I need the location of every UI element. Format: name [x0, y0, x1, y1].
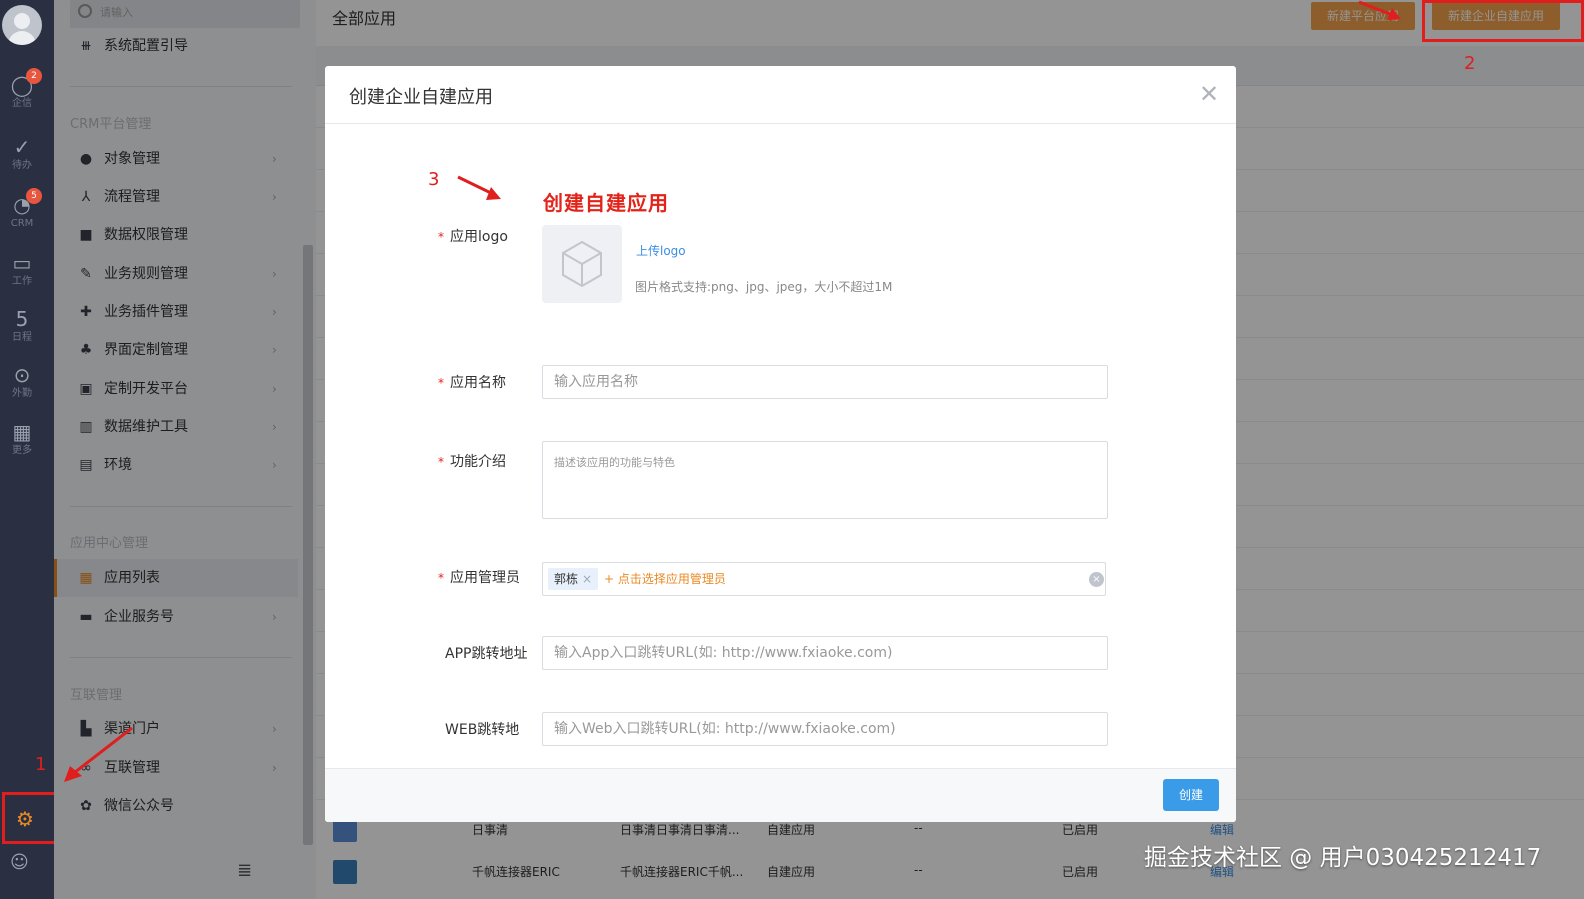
- app-name-label: * 应用名称: [438, 375, 506, 391]
- location-icon: ⊙: [13, 363, 31, 387]
- user-avatar[interactable]: [2, 5, 42, 45]
- description-textarea[interactable]: 描述该应用的功能与特色: [542, 441, 1108, 519]
- annotation-box-new-button: [1422, 0, 1584, 42]
- dialog-title: 创建企业自建应用: [349, 87, 493, 108]
- web-url-input[interactable]: 输入Web入口跳转URL(如: http://www.fxiaoke.com): [542, 712, 1108, 746]
- logo-label: * 应用logo: [438, 229, 508, 245]
- app-url-input[interactable]: 输入App入口跳转URL(如: http://www.fxiaoke.com): [542, 636, 1108, 670]
- grid-icon: ▦: [12, 420, 32, 444]
- app-name-input[interactable]: 输入应用名称: [542, 365, 1108, 399]
- rail-item-label: 日程: [12, 332, 32, 343]
- dialog-footer: 创建: [325, 768, 1236, 822]
- dialog-header: 创建企业自建应用 ✕: [325, 66, 1236, 124]
- calendar-icon: 5: [15, 307, 29, 331]
- app-url-label: APP跳转地址: [445, 646, 528, 662]
- annotation-arrow-3: [457, 175, 501, 200]
- select-admin-link[interactable]: + 点击选择应用管理员: [604, 563, 726, 595]
- rail-item-label: 外勤: [12, 388, 32, 399]
- annotation-number-3: 3: [428, 169, 440, 190]
- create-app-dialog: 创建企业自建应用 ✕ 3 创建自建应用 * 应用logo 上传logo 图片格式支…: [325, 66, 1236, 822]
- settings-button[interactable]: ⚙: [2, 792, 62, 844]
- form-heading: 创建自建应用: [543, 191, 669, 215]
- rail-item-label: 企信: [12, 98, 32, 109]
- logo-upload-box[interactable]: [542, 225, 622, 303]
- watermark: 掘金技术社区 @ 用户030425212417: [1144, 845, 1542, 871]
- rail-item-label: 待办: [12, 160, 32, 171]
- rail-item-5[interactable]: ⊙ 外勤: [0, 362, 44, 400]
- rail-item-6[interactable]: ▦ 更多: [0, 419, 44, 457]
- rail-item-0[interactable]: ◯ 企信 2: [0, 68, 44, 110]
- rail-item-3[interactable]: ▭ 工作: [0, 250, 44, 288]
- admin-label: * 应用管理员: [438, 570, 520, 586]
- rail-item-label: 工作: [12, 276, 32, 287]
- briefcase-icon: ▭: [12, 251, 32, 275]
- description-label: * 功能介绍: [438, 454, 506, 470]
- upload-logo-link[interactable]: 上传logo: [636, 242, 686, 259]
- gear-icon: ⚙: [16, 807, 34, 831]
- upload-hint: 图片格式支持:png、jpg、jpeg，大小不超过1M: [635, 280, 893, 294]
- annotation-number-1: 1: [35, 754, 47, 775]
- cube-icon: [562, 240, 602, 288]
- rail-item-2[interactable]: ◔ CRM 5: [0, 188, 44, 230]
- rail-item-label: 更多: [12, 445, 32, 456]
- create-button[interactable]: 创建: [1163, 779, 1219, 811]
- rail-item-label: CRM: [10, 218, 34, 229]
- check-icon: ✓: [13, 135, 31, 159]
- rail-item-4[interactable]: 5 日程: [0, 306, 44, 344]
- clear-icon[interactable]: ×: [1089, 572, 1104, 587]
- admin-tag: 郭栋 ×: [548, 568, 599, 590]
- annotation-number-2: 2: [1464, 53, 1476, 74]
- rail-item-1[interactable]: ✓ 待办: [0, 134, 44, 172]
- admin-selector[interactable]: 郭栋 × + 点击选择应用管理员 ×: [542, 562, 1106, 596]
- close-icon[interactable]: ✕: [1197, 82, 1221, 106]
- unread-badge: 5: [26, 188, 42, 204]
- remove-tag-icon[interactable]: ×: [582, 572, 592, 586]
- contacts-icon[interactable]: ☺: [10, 852, 34, 876]
- unread-badge: 2: [26, 68, 42, 84]
- web-url-label: WEB跳转地: [445, 722, 520, 738]
